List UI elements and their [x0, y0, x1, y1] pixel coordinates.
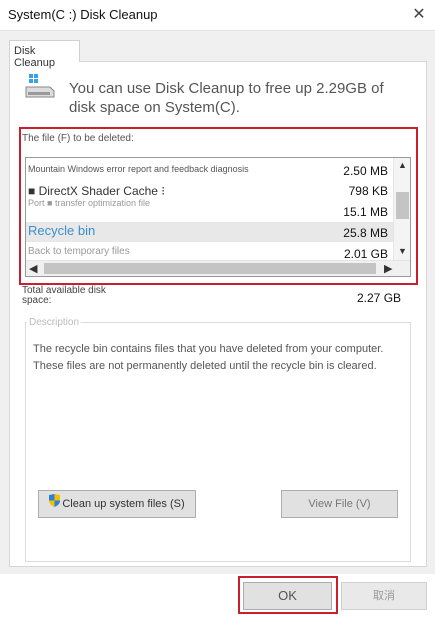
title-bar: System(C :) Disk Cleanup ✕: [0, 0, 435, 30]
list-item-name: Recycle bin: [28, 223, 96, 238]
list-item-size: 2.01 GB: [343, 247, 388, 261]
list-item-name: Mountain Windows error report and feedba…: [28, 164, 249, 174]
list-item-size: 798 KB: [348, 184, 388, 198]
scroll-up-icon[interactable]: ▲: [398, 160, 407, 170]
description-text: The recycle bin contains files that you …: [33, 343, 384, 372]
list-item[interactable]: ■ DirectX Shader Cache ⁝ 798 KB: [26, 180, 394, 200]
description-legend: Description: [27, 317, 82, 328]
list-item[interactable]: Port ■ transfer optimization file 15.1 M…: [26, 198, 394, 222]
close-icon[interactable]: ✕: [408, 4, 430, 26]
vertical-scroll-thumb[interactable]: [396, 192, 409, 219]
scroll-right-icon[interactable]: ▶: [384, 262, 392, 275]
clean-up-system-files-button[interactable]: Clean up system files (S): [38, 490, 196, 518]
list-item[interactable]: Mountain Windows error report and feedba…: [26, 160, 394, 180]
list-item-size: 25.8 MB: [343, 226, 388, 240]
shield-icon: [49, 491, 61, 517]
list-item-size: 15.1 MB: [343, 205, 388, 219]
tab-disk-cleanup[interactable]: Disk Cleanup: [9, 40, 80, 69]
vertical-scrollbar[interactable]: ▲ ▼: [393, 158, 410, 260]
clean-up-system-files-label: Clean up system files (S): [62, 498, 185, 510]
scroll-left-icon[interactable]: ◀: [29, 262, 37, 275]
total-space-value: 2.27 GB: [357, 291, 402, 305]
list-item-name: Port ■ transfer optimization file: [28, 198, 150, 208]
list-item-selected[interactable]: Recycle bin 25.8 MB: [26, 222, 394, 242]
horizontal-scroll-thumb[interactable]: [44, 263, 376, 274]
list-item[interactable]: Back to temporary files 2.01 GB: [26, 242, 394, 262]
list-item-name: ■ DirectX Shader Cache ⁝: [28, 184, 166, 198]
scroll-down-icon[interactable]: ▼: [398, 246, 407, 256]
cleanup-summary-message: You can use Disk Cleanup to free up 2.29…: [69, 80, 384, 116]
ok-button[interactable]: OK: [243, 582, 332, 610]
view-file-button[interactable]: View File (V): [281, 490, 398, 518]
disk-cleanup-icon: [24, 74, 56, 100]
horizontal-scrollbar[interactable]: ◀ ▶: [26, 260, 410, 276]
total-space-label: Total available disk space:: [22, 285, 106, 306]
list-item-size: 2.50 MB: [343, 164, 388, 178]
list-item-name: Back to temporary files: [28, 246, 130, 257]
window-title: System(C :) Disk Cleanup: [8, 7, 158, 22]
files-list[interactable]: Mountain Windows error report and feedba…: [25, 157, 411, 277]
files-to-delete-label: The file (F) to be deleted:: [22, 133, 134, 144]
cancel-button[interactable]: 取消: [341, 582, 427, 610]
